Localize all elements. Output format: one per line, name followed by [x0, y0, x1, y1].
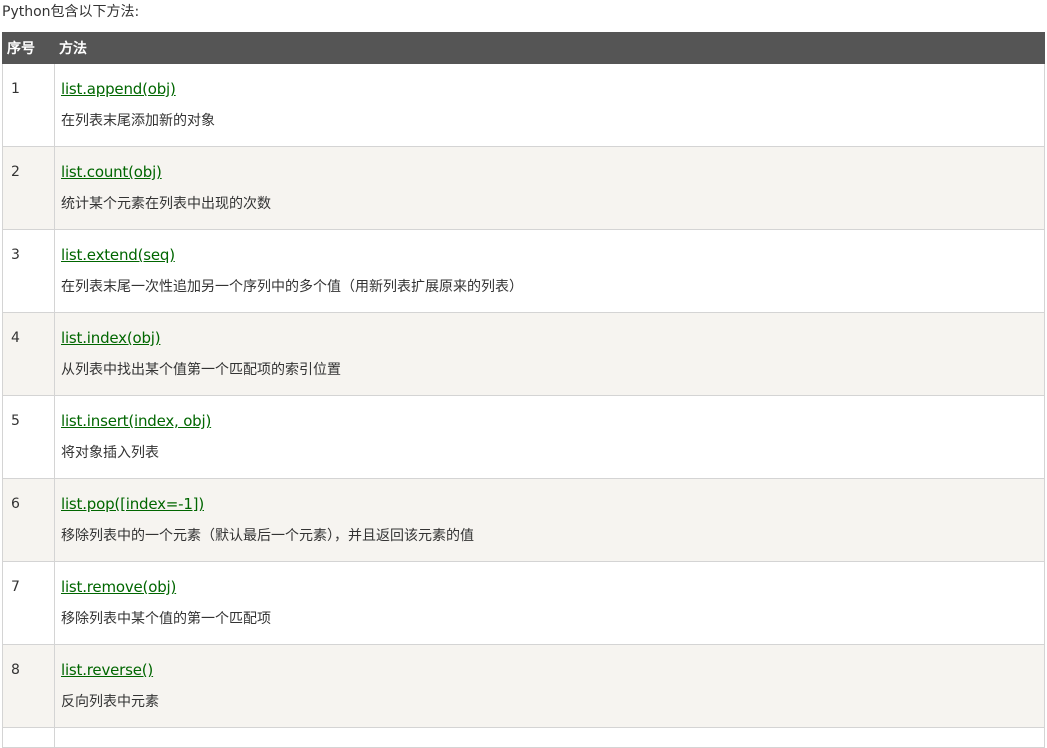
table-row: 7 list.remove(obj) 移除列表中某个值的第一个匹配项: [2, 561, 1045, 645]
method-description: 移除列表中的一个元素（默认最后一个元素），并且返回该元素的值: [61, 528, 474, 544]
table-row: 8 list.reverse() 反向列表中元素: [2, 644, 1045, 728]
method-link-reverse[interactable]: list.reverse(): [61, 661, 1044, 679]
method-cell: list.insert(index, obj) 将对象插入列表: [54, 395, 1045, 479]
method-description: 从列表中找出某个值第一个匹配项的索引位置: [61, 362, 341, 378]
header-method: 方法: [54, 32, 1045, 64]
table-row: 3 list.extend(seq) 在列表末尾一次性追加另一个序列中的多个值（…: [2, 229, 1045, 313]
method-link-pop[interactable]: list.pop([index=-1]): [61, 495, 1044, 513]
method-link-remove[interactable]: list.remove(obj): [61, 578, 1044, 596]
method-description: 统计某个元素在列表中出现的次数: [61, 196, 271, 212]
method-cell: list.append(obj) 在列表末尾添加新的对象: [54, 63, 1045, 147]
row-number: 7: [2, 561, 55, 645]
method-cell: list.pop([index=-1]) 移除列表中的一个元素（默认最后一个元素…: [54, 478, 1045, 562]
method-cell: list.count(obj) 统计某个元素在列表中出现的次数: [54, 146, 1045, 230]
table-row: 5 list.insert(index, obj) 将对象插入列表: [2, 395, 1045, 479]
method-link-count[interactable]: list.count(obj): [61, 163, 1044, 181]
row-number: 5: [2, 395, 55, 479]
table-header-row: 序号 方法: [2, 32, 1045, 64]
row-number: 6: [2, 478, 55, 562]
table-row: 6 list.pop([index=-1]) 移除列表中的一个元素（默认最后一个…: [2, 478, 1045, 562]
method-cell: list.remove(obj) 移除列表中某个值的第一个匹配项: [54, 561, 1045, 645]
method-cell: list.reverse() 反向列表中元素: [54, 644, 1045, 728]
method-link-index[interactable]: list.index(obj): [61, 329, 1044, 347]
row-number: 1: [2, 63, 55, 147]
method-description: 在列表末尾添加新的对象: [61, 113, 215, 129]
method-description: 将对象插入列表: [61, 445, 159, 461]
table-row: 2 list.count(obj) 统计某个元素在列表中出现的次数: [2, 146, 1045, 230]
methods-table: 序号 方法 1 list.append(obj) 在列表末尾添加新的对象 2 l…: [2, 32, 1045, 748]
method-description: 移除列表中某个值的第一个匹配项: [61, 611, 271, 627]
row-number: 8: [2, 644, 55, 728]
method-link-append[interactable]: list.append(obj): [61, 80, 1044, 98]
method-link-insert[interactable]: list.insert(index, obj): [61, 412, 1044, 430]
row-number: 3: [2, 229, 55, 313]
table-row: 4 list.index(obj) 从列表中找出某个值第一个匹配项的索引位置: [2, 312, 1045, 396]
method-link-extend[interactable]: list.extend(seq): [61, 246, 1044, 264]
row-number: 2: [2, 146, 55, 230]
table-row: 1 list.append(obj) 在列表末尾添加新的对象: [2, 63, 1045, 147]
intro-text: Python包含以下方法:: [2, 4, 140, 20]
header-num: 序号: [2, 32, 55, 64]
method-description: 在列表末尾一次性追加另一个序列中的多个值（用新列表扩展原来的列表）: [61, 279, 523, 295]
method-cell: list.extend(seq) 在列表末尾一次性追加另一个序列中的多个值（用新…: [54, 229, 1045, 313]
row-number: 4: [2, 312, 55, 396]
method-description: 反向列表中元素: [61, 694, 159, 710]
method-cell: list.index(obj) 从列表中找出某个值第一个匹配项的索引位置: [54, 312, 1045, 396]
